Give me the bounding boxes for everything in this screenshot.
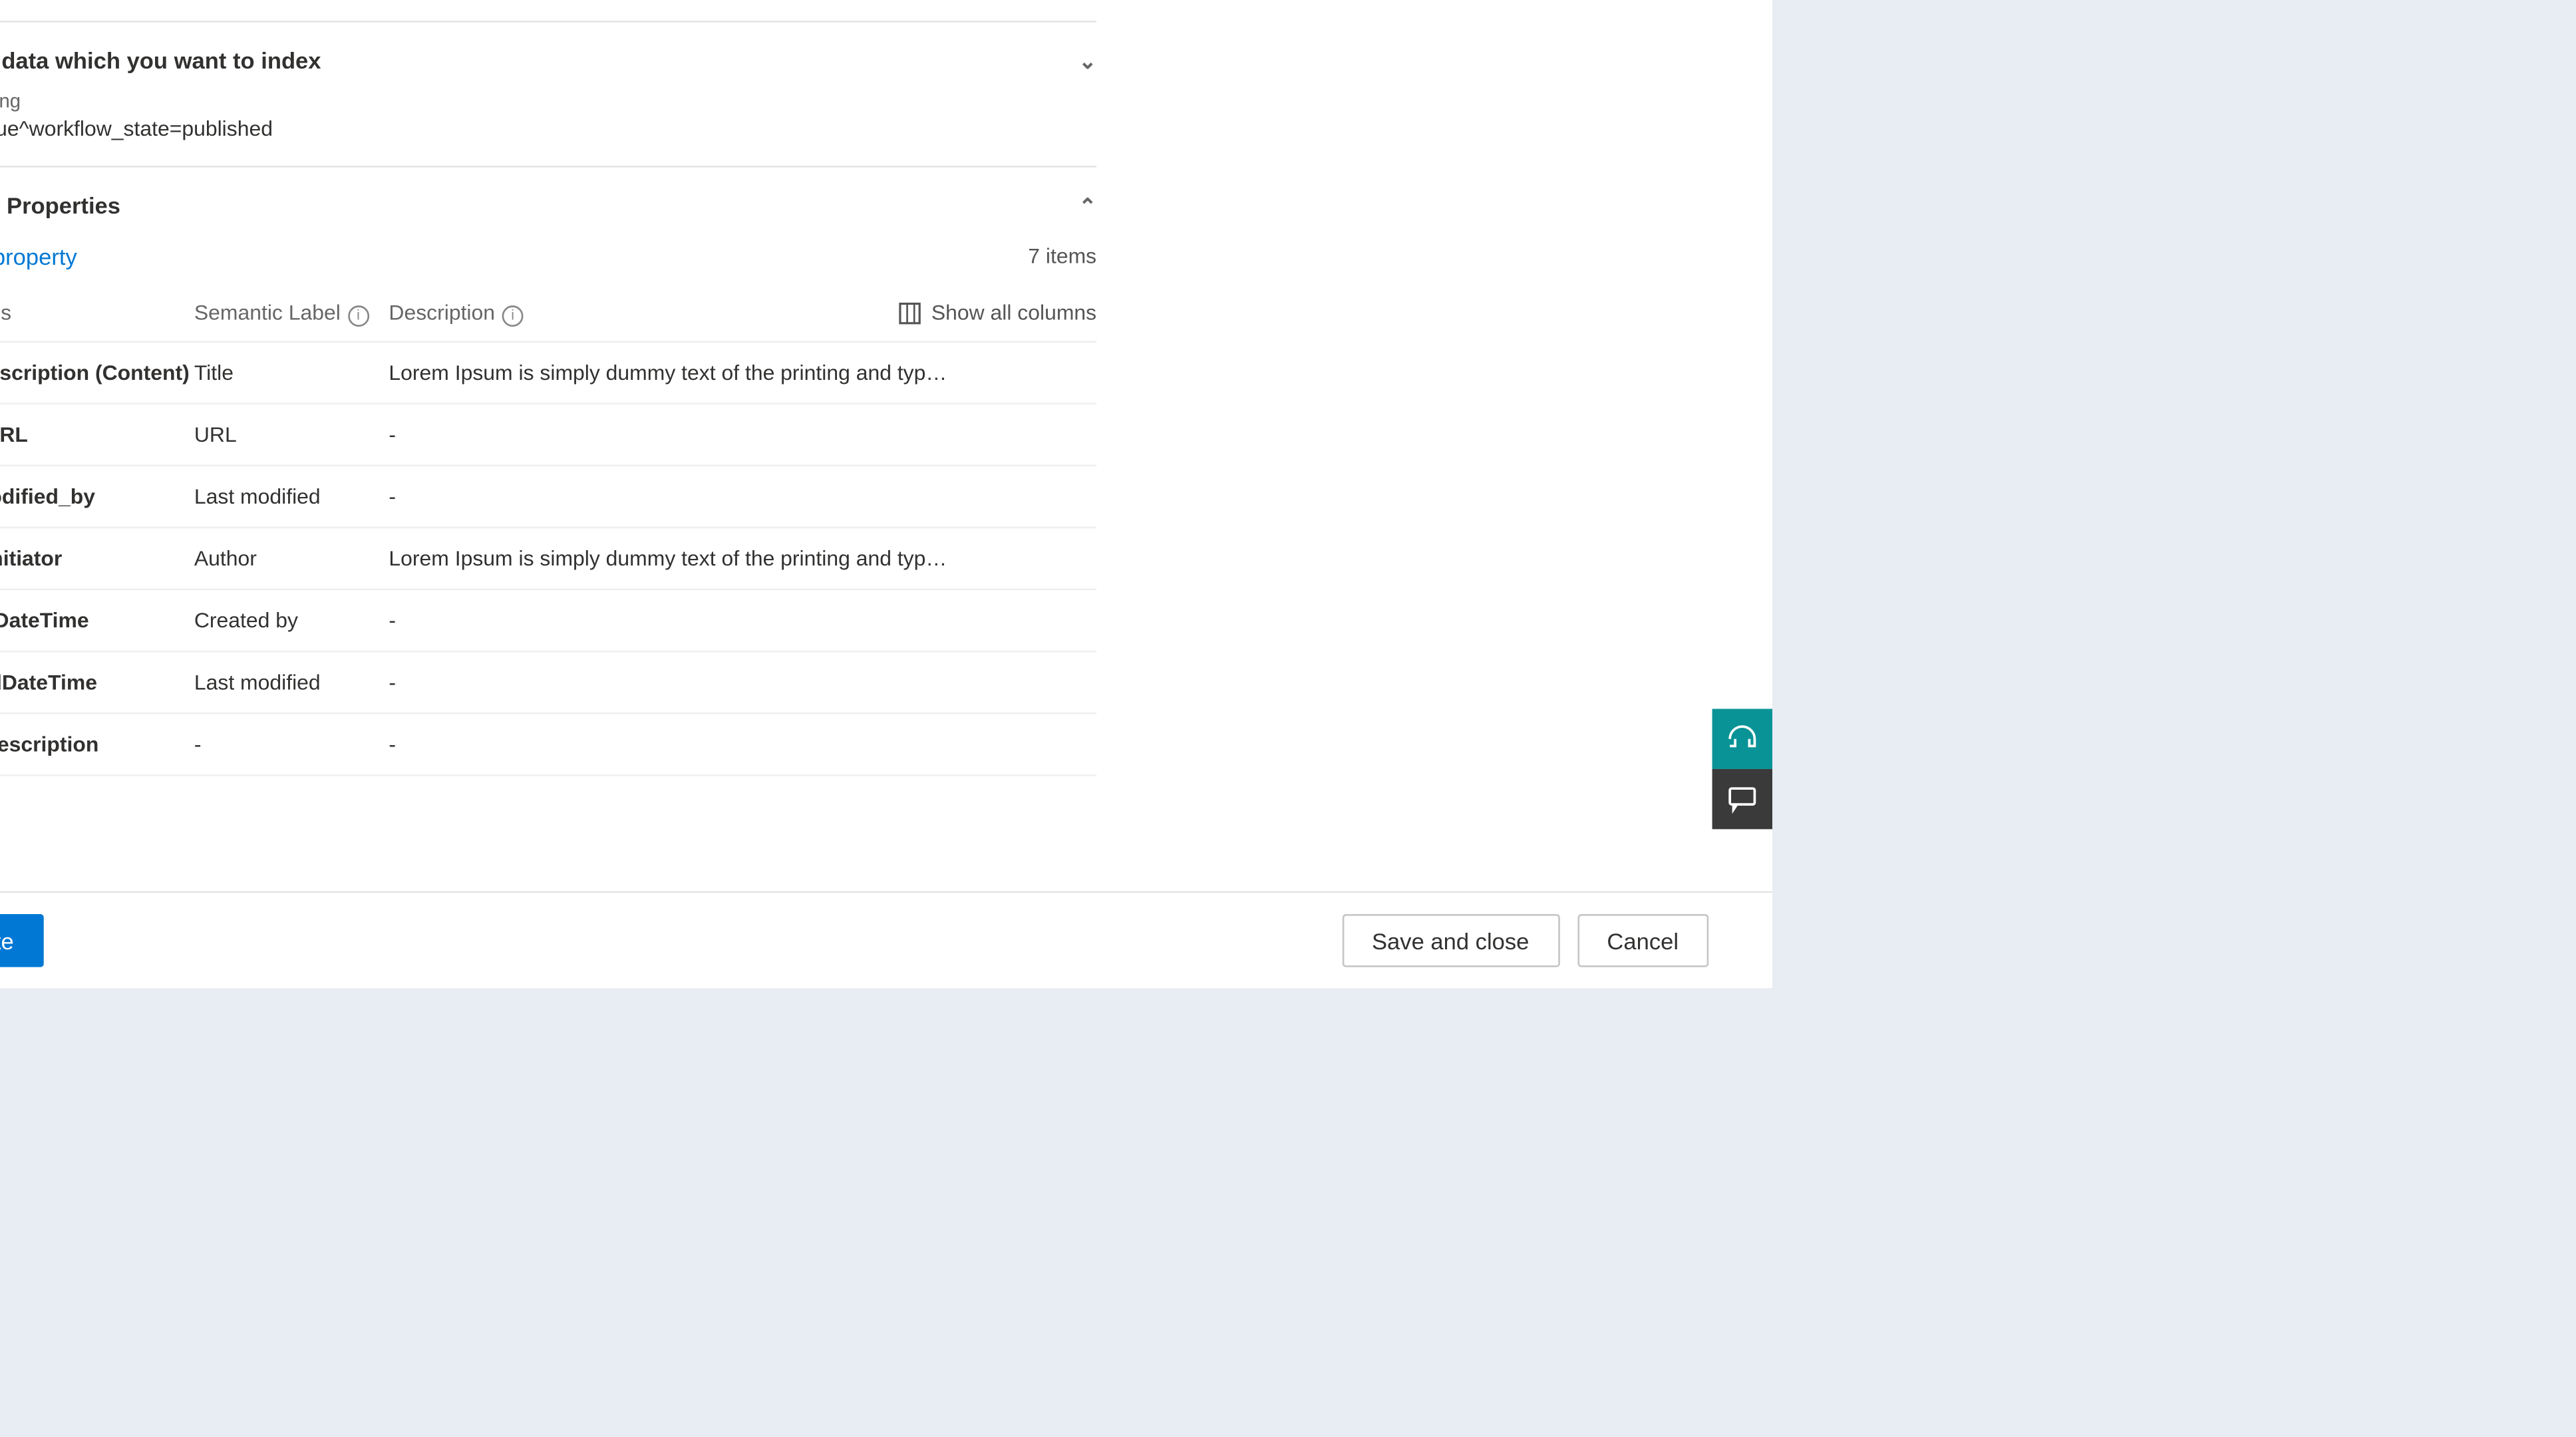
property-row[interactable]: Order_initiatorAuthorLorem Ipsum is simp… [0,528,1096,589]
support-widget-icon[interactable] [1712,709,1772,769]
info-icon[interactable]: i [347,305,369,326]
property-row[interactable]: Order_description-- [0,713,1096,775]
properties-table: Properties Semantic Labeli Descriptioni … [0,286,1096,775]
feedback-widget-icon[interactable] [1712,769,1772,829]
manage-properties-section: Manage Properties ⌃ + Add property 7 ite… [0,166,1096,800]
property-row[interactable]: CreatedDateTimeCreated by- [0,589,1096,651]
create-button[interactable]: Create [0,914,44,967]
flyout-footer: Create Save and close Cancel [0,891,1772,988]
chevron-down-icon: ⌄ [1078,48,1096,73]
show-all-columns-button[interactable]: Show all columns [897,301,1096,325]
query-string-label: Query string [0,91,1096,112]
col-properties: Properties [0,301,194,325]
floating-widgets [1712,709,1772,830]
flyout-panel: ServiceNow Knowledge Setup Users Content… [0,0,1772,989]
col-semantic: Semantic Labeli [194,300,389,326]
property-row[interactable]: ModifiedDateTimeLast modified- [0,651,1096,713]
manage-properties-header[interactable]: Manage Properties ⌃ [0,192,1096,219]
property-row[interactable]: Last_modified_byLast modified- [0,466,1096,528]
include-data-section: Include data which you want to index ⌄ Q… [0,21,1096,166]
save-close-button[interactable]: Save and close [1342,914,1559,967]
property-row[interactable]: OrderDescription (Content)TitleLorem Ips… [0,342,1096,404]
cancel-button[interactable]: Cancel [1577,914,1708,967]
include-data-header[interactable]: Include data which you want to index ⌄ [0,47,1096,74]
col-description: Descriptioni [389,300,897,326]
item-count: 7 items [1028,243,1096,268]
property-row[interactable]: Order_URLURL- [0,404,1096,466]
info-icon[interactable]: i [502,305,524,326]
add-property-button[interactable]: + Add property [0,240,77,272]
query-string-value: active=true^workflow_state=published [0,116,1096,141]
chevron-up-icon: ⌃ [1078,193,1096,218]
